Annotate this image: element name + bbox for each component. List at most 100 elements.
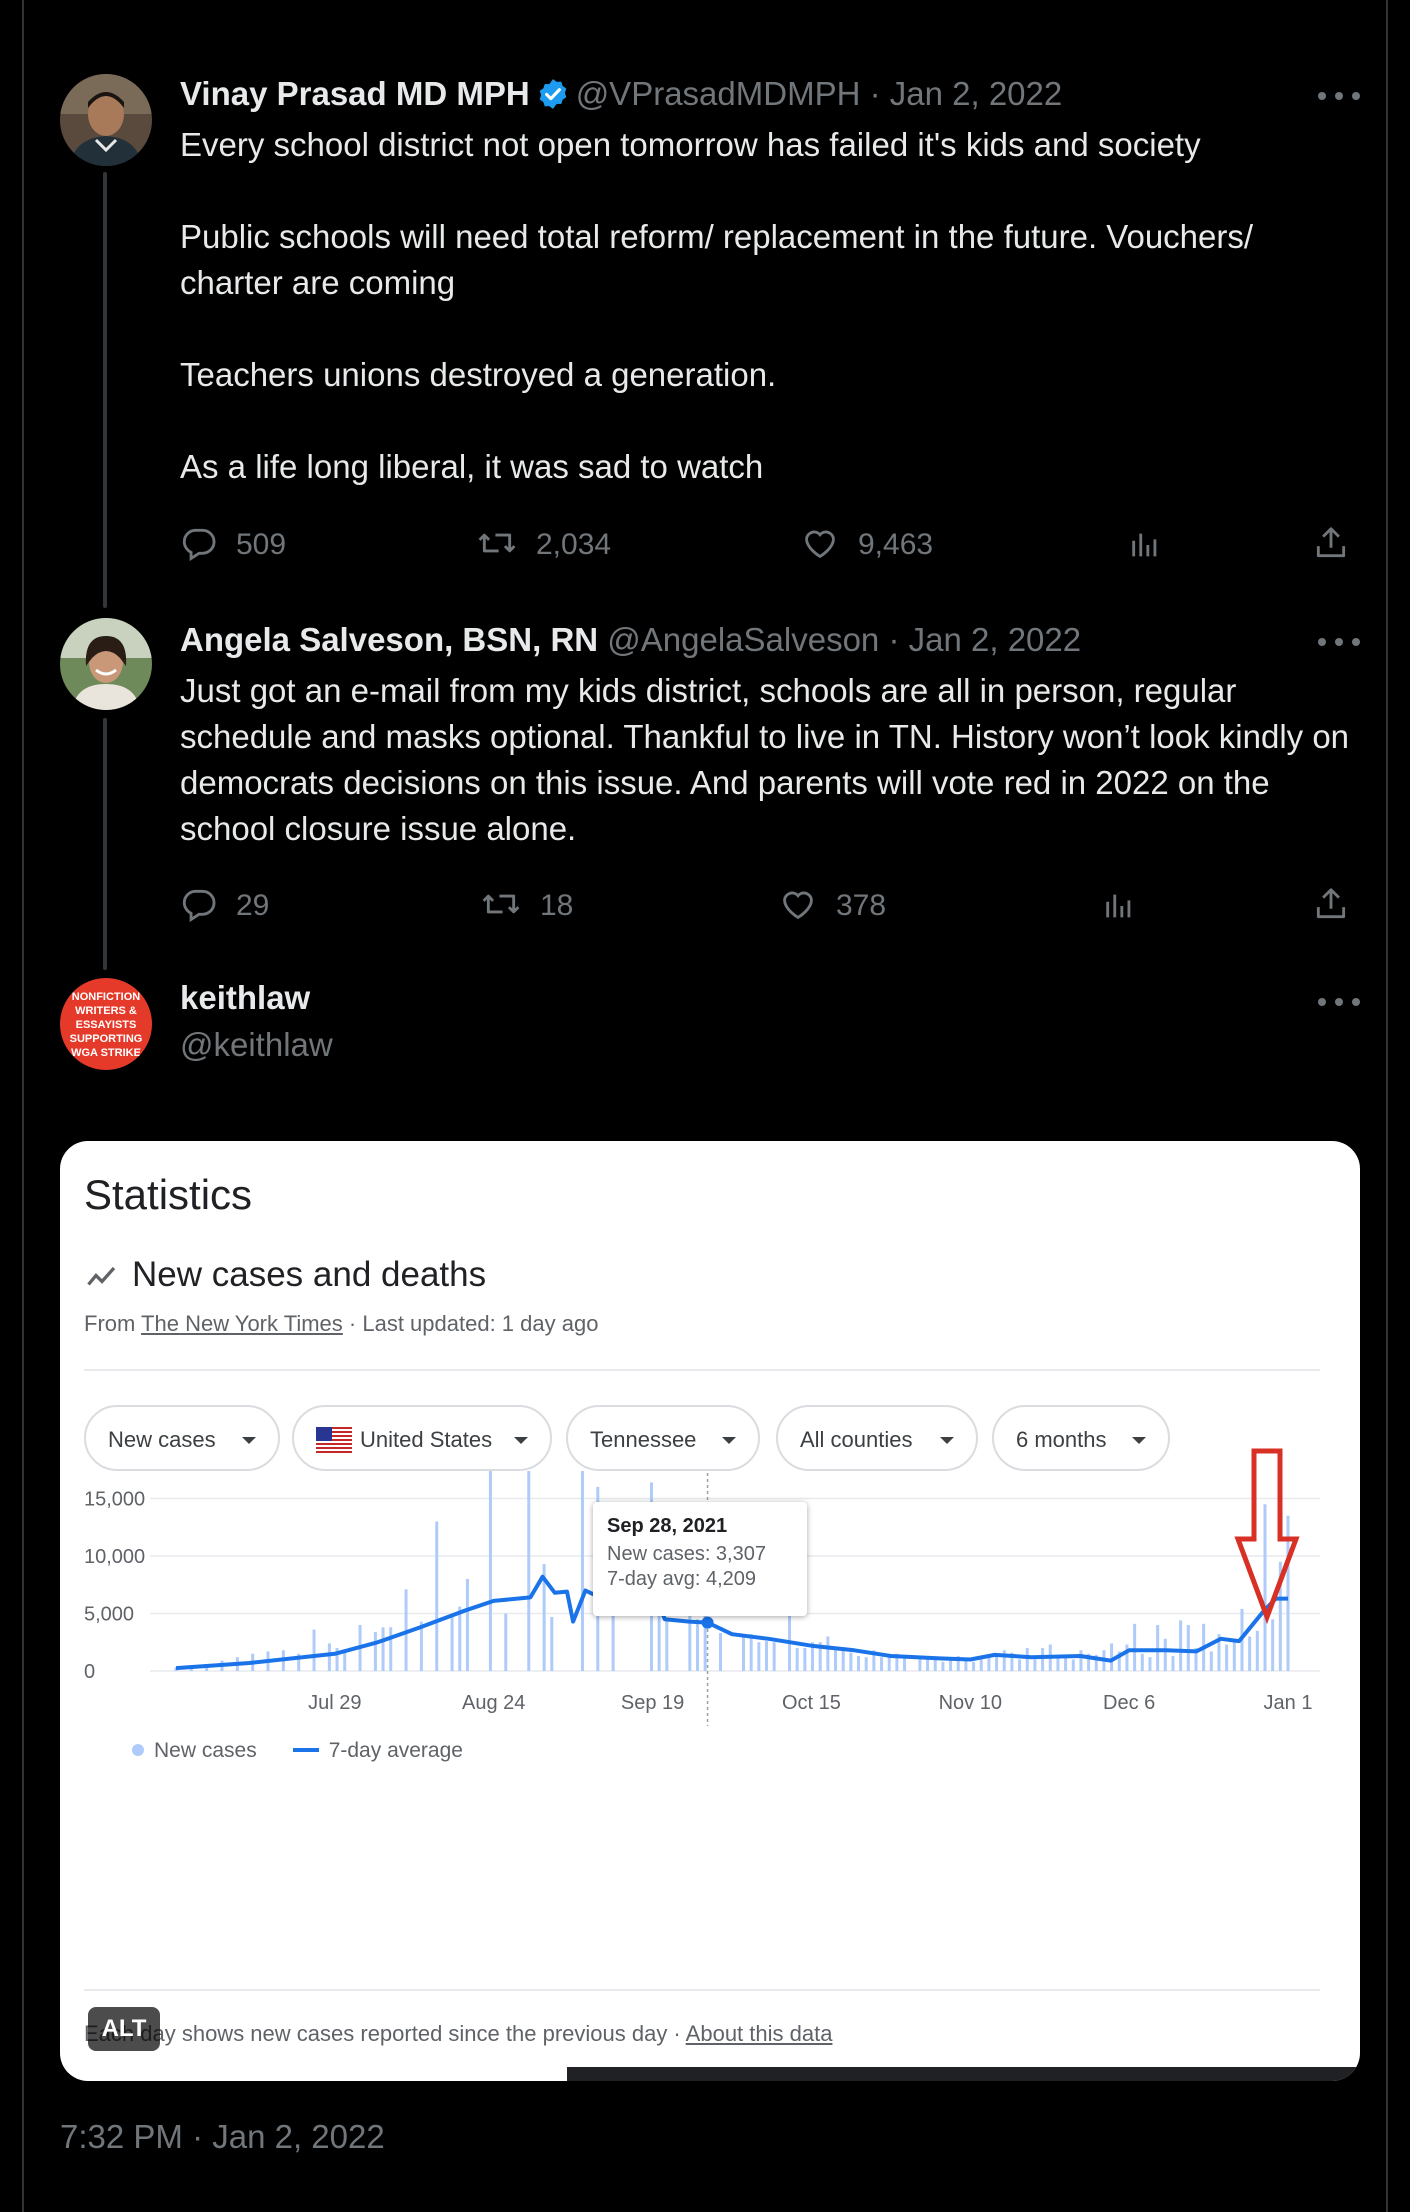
- bar: [1232, 1638, 1236, 1671]
- bar: [742, 1636, 746, 1671]
- scrollbar[interactable]: [567, 2067, 1360, 2081]
- bar: [995, 1656, 999, 1671]
- bar: [695, 1619, 699, 1671]
- source-prefix: From: [84, 1311, 142, 1336]
- tooltip-date: Sep 28, 2021: [607, 1515, 728, 1537]
- country-select[interactable]: United States: [292, 1405, 552, 1471]
- bar: [665, 1619, 669, 1671]
- bar: [834, 1650, 838, 1671]
- verified-badge-icon: [536, 77, 570, 120]
- chevron-down-icon: [514, 1437, 528, 1444]
- author-name[interactable]: Vinay Prasad MD MPH: [180, 75, 530, 112]
- x-tick-label: Dec 6: [1103, 1692, 1155, 1714]
- bar: [1025, 1648, 1029, 1671]
- x-tick-label: Jan 1: [1264, 1692, 1313, 1714]
- avatar-line: WRITERS &: [75, 1005, 137, 1017]
- user-photo-icon: [60, 74, 152, 166]
- author-name[interactable]: Angela Salveson, BSN, RN: [180, 621, 598, 658]
- tweet-date[interactable]: · Jan 2, 2022: [888, 621, 1081, 658]
- chip-label: United States: [360, 1427, 493, 1452]
- bar: [1018, 1659, 1022, 1671]
- highlight-point: [701, 1616, 714, 1629]
- chevron-down-icon: [1132, 1437, 1146, 1444]
- about-data-link[interactable]: About this data: [686, 2021, 833, 2046]
- bar: [857, 1656, 861, 1671]
- tooltip-new-cases: New cases: 3,307: [607, 1543, 766, 1565]
- tweet-paragraph: Teachers unions destroyed a generation.: [180, 356, 777, 393]
- bar: [1271, 1619, 1275, 1671]
- retweet-count: 18: [540, 889, 574, 922]
- author-name[interactable]: keithlaw: [180, 978, 310, 1018]
- like-button[interactable]: 378: [778, 885, 886, 925]
- bar: [918, 1659, 922, 1671]
- retweet-button[interactable]: 18: [480, 885, 573, 925]
- reply-icon: [182, 528, 216, 562]
- avatar-line: SUPPORTING: [70, 1033, 143, 1045]
- chart-legend: New cases 7-day average: [132, 1739, 463, 1763]
- like-button[interactable]: 9,463: [800, 524, 933, 564]
- views-button[interactable]: [1102, 887, 1154, 927]
- bar: [381, 1627, 385, 1671]
- county-select[interactable]: All counties: [776, 1405, 978, 1471]
- more-options-icon[interactable]: [1318, 632, 1362, 652]
- tooltip-average: 7-day avg: 4,209: [607, 1568, 756, 1590]
- timeline-left-border: [22, 0, 24, 2212]
- share-button[interactable]: [1312, 524, 1368, 564]
- bar: [1171, 1656, 1175, 1671]
- bar: [749, 1634, 753, 1671]
- reply-button[interactable]: 509: [180, 524, 286, 564]
- tweet-paragraph: Just got an e-mail from my kids district…: [180, 672, 1350, 847]
- x-tick-label: Aug 24: [462, 1692, 525, 1714]
- chevron-down-icon: [722, 1437, 736, 1444]
- thread-connector: [103, 172, 107, 608]
- tweet-header: Vinay Prasad MD MPH @VPrasadMDMPH · Jan 2…: [180, 74, 1062, 120]
- bar: [864, 1657, 868, 1671]
- x-tick-label: Oct 15: [782, 1692, 841, 1714]
- trending-icon: [87, 1266, 116, 1286]
- share-button[interactable]: [1312, 885, 1368, 925]
- bar: [772, 1642, 776, 1671]
- like-count: 378: [836, 889, 887, 922]
- retweet-button[interactable]: 2,034: [476, 524, 611, 564]
- heart-icon: [783, 891, 813, 920]
- more-options-icon[interactable]: [1318, 86, 1362, 106]
- bar: [1002, 1650, 1006, 1671]
- timeline-right-border: [1386, 0, 1388, 2212]
- avatar-logo: NONFICTION WRITERS & ESSAYISTS SUPPORTIN…: [60, 978, 152, 1070]
- legend-swatch-line: [292, 1748, 319, 1752]
- x-tick-label: Sep 19: [621, 1692, 684, 1714]
- bar: [765, 1641, 769, 1671]
- bar: [1079, 1650, 1083, 1671]
- alt-text-badge[interactable]: ALT: [88, 2007, 160, 2051]
- bar: [1033, 1659, 1037, 1671]
- reply-button[interactable]: 29: [180, 885, 269, 925]
- author-handle[interactable]: @VPrasadMDMPH: [576, 75, 861, 112]
- timerange-select[interactable]: 6 months: [992, 1405, 1170, 1471]
- y-tick-label: 0: [84, 1661, 95, 1683]
- bar: [458, 1606, 462, 1671]
- retweet-icon: [482, 894, 520, 914]
- state-select[interactable]: Tennessee: [566, 1405, 760, 1471]
- author-handle[interactable]: @AngelaSalveson: [607, 621, 879, 658]
- bar: [527, 1471, 531, 1671]
- avatar[interactable]: NONFICTION WRITERS & ESSAYISTS SUPPORTIN…: [60, 978, 152, 1070]
- red-arrow-annotation: [1234, 1448, 1300, 1625]
- footnote-text: Each day shows new cases reported since …: [84, 2021, 686, 2046]
- chart-title: New cases and deaths: [132, 1255, 487, 1294]
- more-options-icon[interactable]: [1318, 992, 1362, 1012]
- source-link[interactable]: The New York Times: [141, 1311, 343, 1336]
- avatar[interactable]: [60, 74, 152, 166]
- views-button[interactable]: [1128, 526, 1180, 566]
- metric-select[interactable]: New cases: [84, 1405, 280, 1471]
- author-handle[interactable]: @keithlaw: [180, 1025, 333, 1065]
- retweet-count: 2,034: [536, 528, 612, 561]
- analytics-icon: [1132, 533, 1157, 557]
- attached-image[interactable]: Statistics New cases and deaths From The…: [60, 1141, 1360, 2081]
- bar: [1163, 1638, 1167, 1671]
- tweet-date[interactable]: · Jan 2, 2022: [870, 75, 1063, 112]
- tweet-timestamp[interactable]: 7:32 PM · Jan 2, 2022: [60, 2118, 385, 2156]
- y-tick-label: 15,000: [84, 1489, 145, 1511]
- bar: [1209, 1651, 1213, 1671]
- avatar[interactable]: [60, 618, 152, 710]
- divider: [84, 1369, 1320, 1371]
